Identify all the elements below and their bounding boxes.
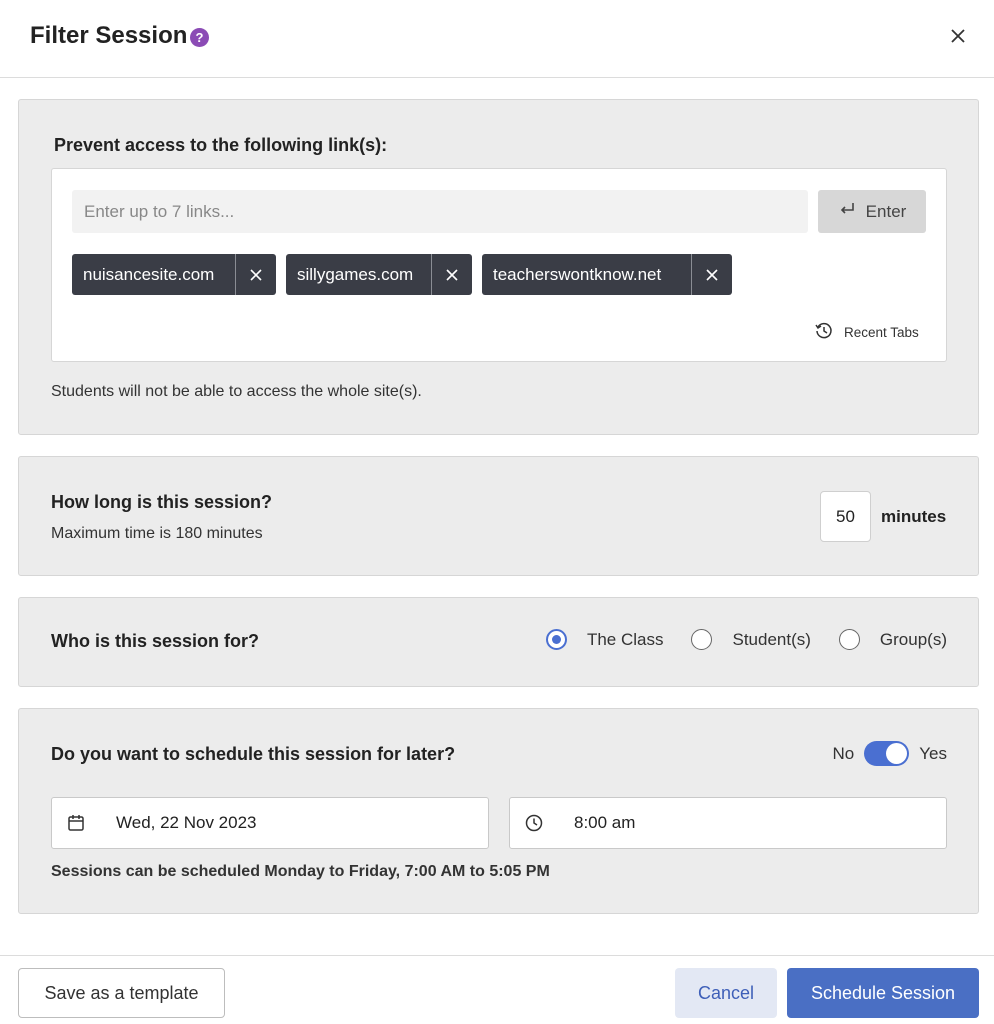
- links-box: Enter nuisancesite.com sillygames.com te…: [51, 168, 947, 362]
- radio-label: Student(s): [732, 629, 811, 649]
- history-icon: [814, 321, 834, 344]
- schedule-toggle[interactable]: [864, 741, 910, 766]
- schedule-session-button[interactable]: Schedule Session: [787, 968, 979, 1018]
- link-chip-label: teacherswontknow.net: [493, 265, 662, 284]
- link-chip: teacherswontknow.net: [482, 254, 732, 295]
- links-note: Students will not be able to access the …: [51, 383, 422, 400]
- audience-radio-group: The Class Student(s) Group(s): [518, 629, 947, 650]
- enter-button-label: Enter: [865, 201, 907, 221]
- radio-unselected-icon: [838, 629, 860, 650]
- recent-tabs-label: Recent Tabs: [844, 325, 919, 340]
- toggle-knob: [886, 743, 908, 764]
- date-picker[interactable]: Wed, 22 Nov 2023: [51, 797, 489, 849]
- help-icon[interactable]: ?: [190, 28, 209, 47]
- enter-button[interactable]: Enter: [818, 190, 926, 233]
- minutes-input[interactable]: [820, 491, 871, 542]
- toggle-no-label: No: [832, 743, 855, 763]
- time-value: 8:00 am: [574, 813, 636, 832]
- schedule-toggle-group: No Yes: [833, 741, 947, 766]
- time-picker[interactable]: 8:00 am: [509, 797, 947, 849]
- cancel-button[interactable]: Cancel: [675, 968, 777, 1018]
- enter-return-icon: [838, 200, 856, 223]
- dialog-title: Filter Session: [30, 22, 188, 49]
- radio-students[interactable]: Student(s): [691, 629, 811, 650]
- audience-question: Who is this session for?: [51, 631, 260, 651]
- dialog-header: Filter Session ?: [0, 0, 994, 78]
- save-template-button[interactable]: Save as a template: [18, 968, 225, 1018]
- calendar-icon: [66, 813, 86, 833]
- radio-selected-icon: [545, 629, 567, 650]
- toggle-yes-label: Yes: [919, 743, 947, 763]
- dialog-footer: Save as a template Cancel Schedule Sessi…: [0, 955, 994, 1024]
- radio-label: The Class: [586, 629, 664, 649]
- minutes-unit-label: minutes: [881, 507, 947, 526]
- link-chip-label: nuisancesite.com: [83, 265, 215, 284]
- duration-subtext: Maximum time is 180 minutes: [51, 525, 263, 542]
- remove-chip-icon[interactable]: [235, 254, 276, 295]
- clock-icon: [524, 813, 544, 833]
- audience-section: Who is this session for? The Class Stude…: [18, 597, 979, 687]
- radio-the-class[interactable]: The Class: [545, 629, 664, 650]
- date-value: Wed, 22 Nov 2023: [116, 813, 257, 832]
- link-input[interactable]: [72, 190, 808, 233]
- links-heading: Prevent access to the following link(s):: [54, 135, 388, 155]
- radio-label: Group(s): [879, 629, 947, 649]
- schedule-section: Do you want to schedule this session for…: [18, 708, 979, 914]
- radio-groups[interactable]: Group(s): [838, 629, 947, 650]
- schedule-note: Sessions can be scheduled Monday to Frid…: [51, 863, 550, 880]
- link-chip: sillygames.com: [286, 254, 472, 295]
- duration-question: How long is this session?: [51, 492, 273, 512]
- remove-chip-icon[interactable]: [431, 254, 472, 295]
- block-links-section: Prevent access to the following link(s):…: [18, 99, 979, 435]
- link-chip-label: sillygames.com: [297, 265, 414, 284]
- close-icon[interactable]: [946, 24, 970, 48]
- schedule-question: Do you want to schedule this session for…: [51, 744, 456, 764]
- radio-unselected-icon: [691, 629, 713, 650]
- recent-tabs-button[interactable]: Recent Tabs: [814, 321, 919, 344]
- remove-chip-icon[interactable]: [691, 254, 732, 295]
- link-chip: nuisancesite.com: [72, 254, 276, 295]
- duration-section: How long is this session? Maximum time i…: [18, 456, 979, 576]
